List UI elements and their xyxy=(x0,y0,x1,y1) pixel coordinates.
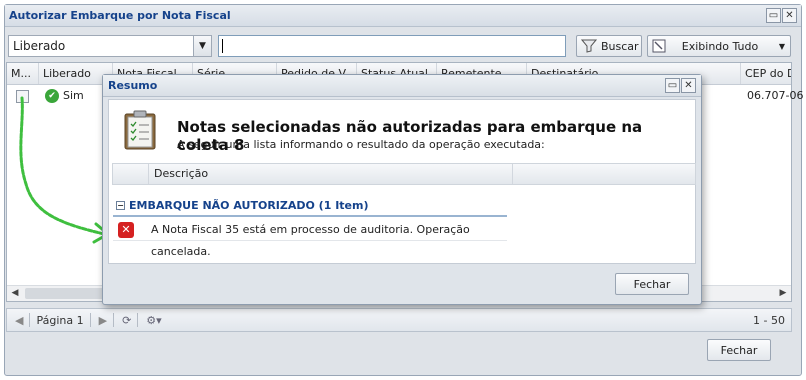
summary-dialog: Resumo ▭ ✕ Notas selecionadas não autori… xyxy=(102,74,702,305)
window-title-text: Autorizar Embarque por Nota Fiscal xyxy=(9,9,231,22)
page-label: Página 1 xyxy=(36,313,84,327)
view-mode-label: Exibindo Tudo xyxy=(681,39,759,53)
window-title: Autorizar Embarque por Nota Fiscal xyxy=(5,5,801,27)
dialog-subheading: A seguir uma lista informando o resultad… xyxy=(177,138,545,151)
separator xyxy=(137,313,139,327)
check-icon: ✔ xyxy=(45,89,59,103)
status-select-value: Liberado xyxy=(13,39,66,53)
cell-cep: 06.707-06 xyxy=(747,89,804,102)
prev-page-icon[interactable]: ◀ xyxy=(15,314,23,327)
separator xyxy=(113,313,115,327)
dialog-title-text: Resumo xyxy=(108,79,158,92)
close-icon[interactable]: ✕ xyxy=(782,8,797,23)
scroll-right-icon[interactable]: ▶ xyxy=(775,286,791,301)
status-select[interactable]: Liberado ▼ xyxy=(8,35,212,57)
toolbar: Liberado ▼ Buscar Exibindo Tudo ▼ xyxy=(6,34,792,58)
dialog-body: Notas selecionadas não autorizadas para … xyxy=(108,99,696,264)
dialog-controls: ▭ ✕ xyxy=(665,78,696,93)
gear-icon[interactable]: ⚙▾ xyxy=(146,314,161,327)
close-button[interactable]: Fechar xyxy=(707,339,771,361)
error-icon: ✕ xyxy=(118,222,134,238)
separator xyxy=(29,313,31,327)
dialog-close-label: Fechar xyxy=(633,277,671,291)
page-range: 1 - 50 xyxy=(753,314,785,327)
view-mode-button[interactable]: Exibindo Tudo ▼ xyxy=(647,35,791,57)
search-button-label: Buscar xyxy=(601,39,639,53)
col-header-descricao[interactable]: Descrição xyxy=(149,164,513,184)
text-caret xyxy=(222,39,223,53)
clipboard-icon xyxy=(124,110,156,150)
filter-icon xyxy=(581,39,597,53)
dialog-close-button[interactable]: Fechar xyxy=(615,273,689,295)
cell-liberado: ✔ Sim xyxy=(41,85,84,107)
dialog-title: Resumo xyxy=(103,75,701,97)
result-grid-header: Descrição xyxy=(112,163,696,185)
grid-view-icon xyxy=(652,39,666,53)
next-page-icon[interactable]: ▶ xyxy=(99,314,107,327)
separator xyxy=(89,313,91,327)
search-input[interactable] xyxy=(218,35,566,57)
chevron-down-icon: ▼ xyxy=(778,41,786,51)
list-item: ✕ A Nota Fiscal 35 está em processo de a… xyxy=(113,219,507,258)
window-controls: ▭ ✕ xyxy=(766,8,797,23)
maximize-icon[interactable]: ▭ xyxy=(766,8,781,23)
refresh-icon[interactable]: ⟳ xyxy=(122,314,131,327)
close-icon[interactable]: ✕ xyxy=(681,78,696,93)
result-message: A Nota Fiscal 35 está em processo de aud… xyxy=(151,223,470,258)
cell-liberado-text: Sim xyxy=(63,89,84,102)
col-header-cep[interactable]: CEP do De... xyxy=(741,63,791,84)
search-button[interactable]: Buscar xyxy=(576,35,642,57)
group-header[interactable]: − EMBARQUE NÃO AUTORIZADO (1 Item) xyxy=(113,197,507,217)
close-button-label: Fechar xyxy=(720,343,758,357)
chevron-down-icon[interactable]: ▼ xyxy=(193,36,211,56)
scroll-left-icon[interactable]: ◀ xyxy=(7,286,23,301)
collapse-icon[interactable]: − xyxy=(116,201,125,210)
maximize-icon[interactable]: ▭ xyxy=(665,78,680,93)
paging-toolbar: ◀ Página 1 ▶ ⟳ ⚙▾ 1 - 50 xyxy=(6,308,792,332)
row-checkbox[interactable] xyxy=(16,90,29,103)
col-header-icon xyxy=(113,164,149,184)
group-title-text: EMBARQUE NÃO AUTORIZADO (1 Item) xyxy=(129,199,369,212)
col-header-mark[interactable]: M... xyxy=(7,63,39,84)
